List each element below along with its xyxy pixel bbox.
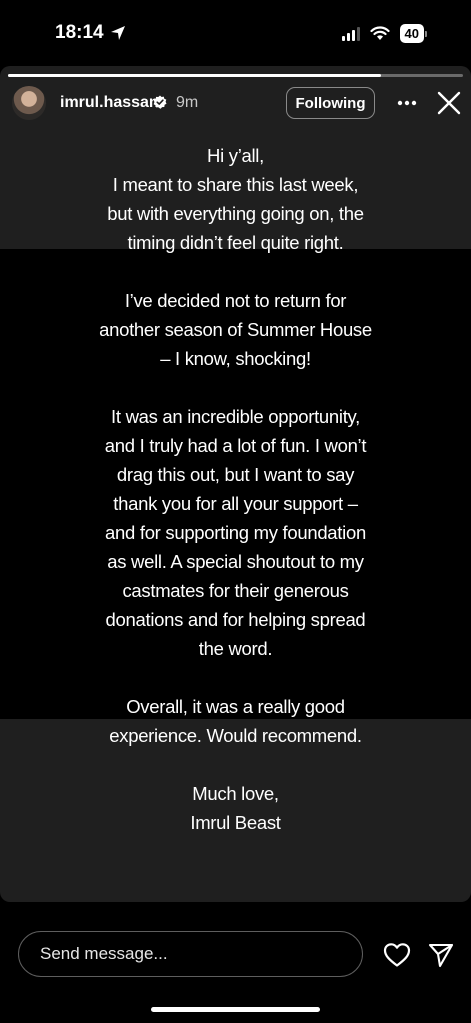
story-text-line: I meant to share this last week, [112,174,359,195]
story-paragraph: Hi y’all, I meant to share this last week… [20,141,451,257]
more-dots-icon [397,100,417,106]
story-text-line: I’ve decided not to return for [124,290,347,311]
following-button[interactable]: Following [286,87,375,119]
status-bar: 18:14 40 [0,0,471,66]
story-paragraph: It was an incredible opportunity, and I t… [20,402,451,663]
story-text-line: the word. [198,638,273,659]
location-arrow-icon [110,26,125,40]
story-paragraph: Overall, it was a really good experience.… [20,692,451,750]
story-text-line: drag this out, but I want to say [116,464,355,485]
story-text-line: castmates for their generous [122,580,349,601]
wifi-icon [369,26,390,40]
story-text-line: and for supporting my foundation [105,522,366,543]
story-progress-bar [8,74,463,77]
like-heart-icon[interactable] [383,942,411,968]
story-header: imrul.hassan 9m Following [0,86,471,122]
reply-bar: Send message... [0,902,471,1023]
story-text-line: another season of Summer House [99,319,372,340]
story-text-line: experience. Would recommend. [109,725,362,746]
status-time-group: 18:14 [55,22,126,44]
send-icon[interactable] [428,942,454,968]
story-text-line: It was an incredible opportunity, [111,406,360,427]
story-text-line: and I truly had a lot of fun. I won’t [104,435,367,456]
story-text: Hi y’all, I meant to share this last week… [20,141,451,866]
story-text-line: Imrul Beast [190,812,281,833]
verified-badge-icon [153,95,167,109]
battery-icon: 40 [399,24,427,43]
cellular-signal-icon [341,26,360,41]
story-paragraph: Much love, Imrul Beast [20,779,451,837]
story-text-line: thank you for all your support – [113,493,358,514]
battery-level: 40 [399,24,424,43]
send-message-placeholder: Send message... [40,944,168,963]
status-icons: 40 [341,24,427,43]
story-text-line: timing didn’t feel quite right. [127,232,344,253]
story-text-line: Hi y’all, [207,145,264,166]
username[interactable]: imrul.hassan [60,94,159,112]
more-options-button[interactable] [392,90,422,116]
story-text-line: Much love, [192,783,279,804]
story-text-line: as well. A special shoutout to my [107,551,364,572]
story-text-line: Overall, it was a really good [126,696,345,717]
story-text-line: but with everything going on, the [107,203,364,224]
story-text-line: donations and for helping spread [105,609,366,630]
avatar[interactable] [12,86,46,120]
story-paragraph: I’ve decided not to return for another se… [20,286,451,373]
story-viewer[interactable]: imrul.hassan 9m Following Hi y’all, I mea… [0,66,471,902]
story-text-line: – I know, shocking! [160,348,311,369]
story-progress-fill [8,74,382,77]
send-message-input[interactable]: Send message... [18,931,363,977]
status-time: 18:14 [55,22,104,43]
home-indicator[interactable] [151,1007,320,1012]
story-time-ago: 9m [176,94,199,111]
close-icon[interactable] [436,90,462,116]
